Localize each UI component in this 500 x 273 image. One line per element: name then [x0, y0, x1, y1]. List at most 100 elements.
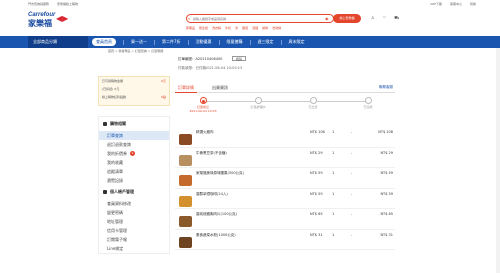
breadcrumb[interactable]: 首頁 > 會員專區 > 訂單查詢 > 訂單明細: [108, 49, 163, 53]
sidebar-item-label: 我的收藏: [107, 159, 123, 165]
nav-item-wednesday[interactable]: 週三限定: [258, 39, 274, 45]
hotword[interactable]: 衛生紙: [199, 26, 208, 30]
dash-placeholder: -: [351, 191, 353, 196]
quantity: 1: [332, 171, 335, 175]
hotword[interactable]: 洗衣精: [212, 26, 221, 30]
sidebar-item-credit-card[interactable]: 信用卡管理: [99, 226, 169, 235]
nav-item-flash-sale[interactable]: 限量搶購: [227, 39, 243, 45]
nav-divider: [123, 39, 124, 45]
order-date: 2021-06-04 10:03:13: [205, 66, 243, 70]
product-thumbnail[interactable]: [179, 216, 192, 227]
product-thumbnail[interactable]: [179, 195, 192, 207]
product-name[interactable]: 精選火雞肉: [196, 130, 286, 135]
hotword[interactable]: 泡麵: [252, 26, 258, 30]
sidebar-item-favorites[interactable]: 我的收藏: [99, 158, 169, 167]
step-dot: [309, 97, 317, 104]
user-icon[interactable]: ♙: [371, 15, 375, 21]
sidebar-item-label: 我的折價券: [107, 150, 127, 156]
sidebar-item-orders[interactable]: 訂單查詢: [99, 131, 169, 140]
sidebar-item-history[interactable]: 瀏覽記錄: [99, 176, 169, 185]
line-total: NT$ 59: [380, 171, 393, 175]
nav-item-second-70[interactable]: 第二件7折: [162, 39, 181, 45]
nav-item-weekend[interactable]: 周末限定: [289, 39, 305, 45]
list-item: 牛蒡黑豆茶(不含糖) NT$ 29 1 - NT$ 29: [175, 148, 395, 168]
tab-order-details[interactable]: 訂單詳情: [175, 83, 197, 93]
product-thumbnail[interactable]: [179, 154, 192, 166]
contact-support-link[interactable]: 聯繫客服: [379, 85, 393, 90]
unit-price: NT$ 59: [310, 191, 323, 196]
sidebar-item-line[interactable]: Line綁定: [99, 244, 169, 253]
product-name[interactable]: 牛蒡黑豆茶(不含糖): [196, 151, 286, 156]
order-progress: 訂單成立 2021-06-04 10:03 訂單處理中 已出貨 已完成: [175, 97, 395, 117]
list-item: 素食蔬菜水餃(1000公克) NT$ 31 1 - NT$ 31: [175, 230, 395, 250]
hotword[interactable]: 洗髮精: [272, 26, 281, 30]
heart-icon[interactable]: ♡: [383, 15, 387, 21]
carrefour-mark-icon: ◀▶: [56, 14, 69, 23]
search-icon[interactable]: ⌕: [188, 16, 193, 21]
hotword[interactable]: 米: [235, 26, 238, 30]
order-number: 訂單編號：A20210406400: [178, 57, 223, 61]
nav-divider: [218, 39, 220, 45]
sidebar-menu: 購物相關 訂單查詢 退訂退款查詢 我的折價券 1 我的收藏 追蹤清單 瀏覽記錄 個…: [98, 116, 170, 254]
sidebar-item-profile[interactable]: 會員資料修改: [99, 199, 169, 208]
step-completed: 已完成: [346, 97, 390, 109]
app-download-link[interactable]: APP下載: [430, 2, 442, 6]
order-items: 精選火雞肉 NT$ 108 1 - NT$ 108 牛蒡黑豆茶(不含糖) NT$…: [175, 127, 395, 250]
dash-placeholder: -: [351, 232, 353, 237]
dash-placeholder: -: [351, 212, 353, 216]
dash-placeholder: -: [351, 171, 353, 175]
product-name[interactable]: 家樂福美味原味腰果(500公克): [196, 171, 286, 176]
product-name[interactable]: 香純燻雞胸肉片(100公克): [196, 212, 286, 217]
progress-line: [203, 101, 367, 102]
store-locator-link[interactable]: 門市查詢與服務: [28, 2, 49, 6]
unit-price: NT$ 65: [310, 212, 323, 216]
header-icons: ♙ ♡ ⛟: [371, 15, 399, 21]
line-total: NT$ 31: [380, 232, 393, 237]
product-thumbnail[interactable]: [179, 175, 192, 186]
hotword[interactable]: 牛奶: [225, 26, 231, 30]
product-thumbnail[interactable]: [179, 134, 192, 145]
carrefour-logo[interactable]: Carrefour 家樂福 ◀▶: [28, 12, 68, 32]
sidebar-item-password[interactable]: 變更密碼: [99, 208, 169, 217]
online-store-button[interactable]: 線上家樂福: [333, 14, 361, 23]
summary-label: 已可用購物金額: [102, 79, 124, 83]
sidebar-item-coupons[interactable]: 我的折價券 1: [99, 149, 169, 158]
section-title: 購物相關: [110, 121, 126, 126]
help-link[interactable]: 幫助: [470, 2, 476, 6]
product-name[interactable]: 素食蔬菜水餃(1000公克): [196, 233, 286, 238]
step-dot: [254, 97, 262, 104]
sidebar-item-newsletter[interactable]: 訂閱電子報: [99, 235, 169, 244]
hotword[interactable]: 咖啡: [262, 26, 268, 30]
camera-icon[interactable]: ◉: [325, 16, 330, 21]
search-input[interactable]: [193, 15, 313, 22]
product-name[interactable]: 香醇拿鐵咖啡(24入): [196, 192, 286, 197]
summary-row: (已扣抵) 0元: [99, 85, 169, 93]
summary-value: 0元: [161, 79, 166, 83]
customer-service-link[interactable]: 客服中心: [450, 2, 462, 6]
hotword[interactable]: 即期品: [186, 26, 195, 30]
unit-price: NT$ 31: [310, 232, 323, 237]
nav-item-bogo[interactable]: 買一送一: [131, 39, 147, 45]
sidebar-item-refunds[interactable]: 退訂退款查詢: [99, 140, 169, 149]
category-menu[interactable]: 全部商品分類: [28, 36, 88, 48]
step-time: 2021-06-04 10:03: [189, 109, 217, 113]
tab-shipping-info[interactable]: 出貨資訊: [209, 83, 231, 93]
step-label: 已出貨: [308, 105, 318, 109]
list-item: 香醇拿鐵咖啡(24入) NT$ 59 1 - NT$ 59: [175, 189, 395, 209]
nav-item-promotions[interactable]: 活動優惠: [196, 39, 212, 45]
copy-order-button[interactable]: 複製: [232, 56, 246, 61]
main-nav: 全部商品分類 會員首頁 買一送一 第二件7折 活動優惠 限量搶購 週三限定 周末…: [0, 36, 500, 48]
product-thumbnail[interactable]: [179, 236, 192, 248]
sidebar-item-tracking[interactable]: 追蹤清單: [99, 167, 169, 176]
cart-icon[interactable]: ⛟: [394, 15, 399, 21]
sidebar-item-label: 追蹤清單: [107, 168, 123, 174]
page-scrollbar[interactable]: [496, 48, 500, 273]
sidebar-item-address[interactable]: 地址管理: [99, 217, 169, 226]
nav-item-member-home[interactable]: 會員首頁: [92, 38, 116, 46]
step-dot: [199, 97, 207, 104]
sidebar-item-label: Line綁定: [107, 245, 124, 251]
online-shop-link[interactable]: 家樂福線上購物: [57, 2, 78, 6]
quantity: 1: [332, 150, 335, 155]
section-account: 個人帳戶管理: [99, 185, 169, 199]
hotword[interactable]: 雞蛋: [242, 26, 248, 30]
